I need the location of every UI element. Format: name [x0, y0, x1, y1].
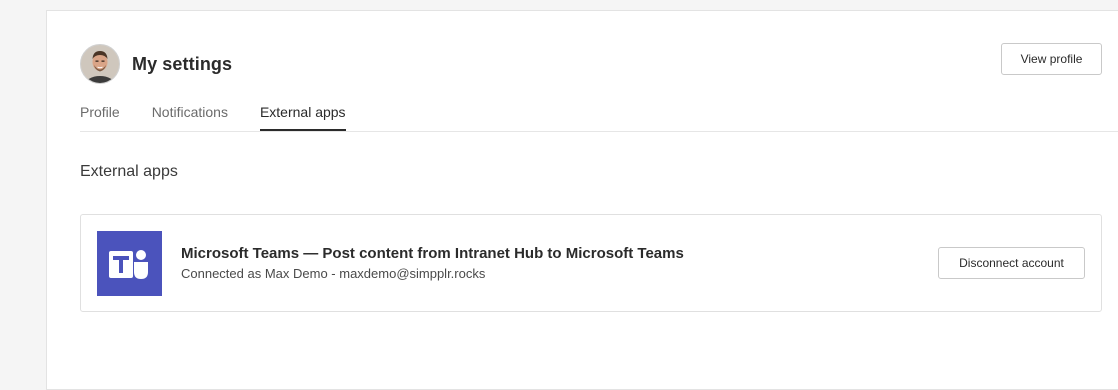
page-title: My settings [132, 53, 233, 74]
app-name: Microsoft Teams — Post content from Intr… [181, 245, 684, 262]
settings-panel: My settings View profile Profile Notific… [46, 10, 1118, 390]
settings-tabs: Profile Notifications External apps [80, 99, 1118, 132]
microsoft-teams-logo-icon [97, 231, 162, 296]
view-profile-button[interactable]: View profile [1001, 43, 1102, 75]
tab-notifications[interactable]: Notifications [152, 99, 228, 131]
disconnect-account-button[interactable]: Disconnect account [938, 247, 1085, 279]
tab-profile[interactable]: Profile [80, 99, 120, 131]
tab-external-apps[interactable]: External apps [259, 99, 346, 131]
app-connection-status: Connected as Max Demo - maxdemo@simpplr.… [181, 266, 486, 281]
avatar[interactable] [80, 44, 120, 84]
app-card-microsoft-teams: Microsoft Teams — Post content from Intr… [80, 214, 1102, 312]
section-title: External apps [80, 163, 178, 180]
user-avatar-icon [81, 45, 119, 83]
settings-header: My settings [80, 44, 232, 84]
